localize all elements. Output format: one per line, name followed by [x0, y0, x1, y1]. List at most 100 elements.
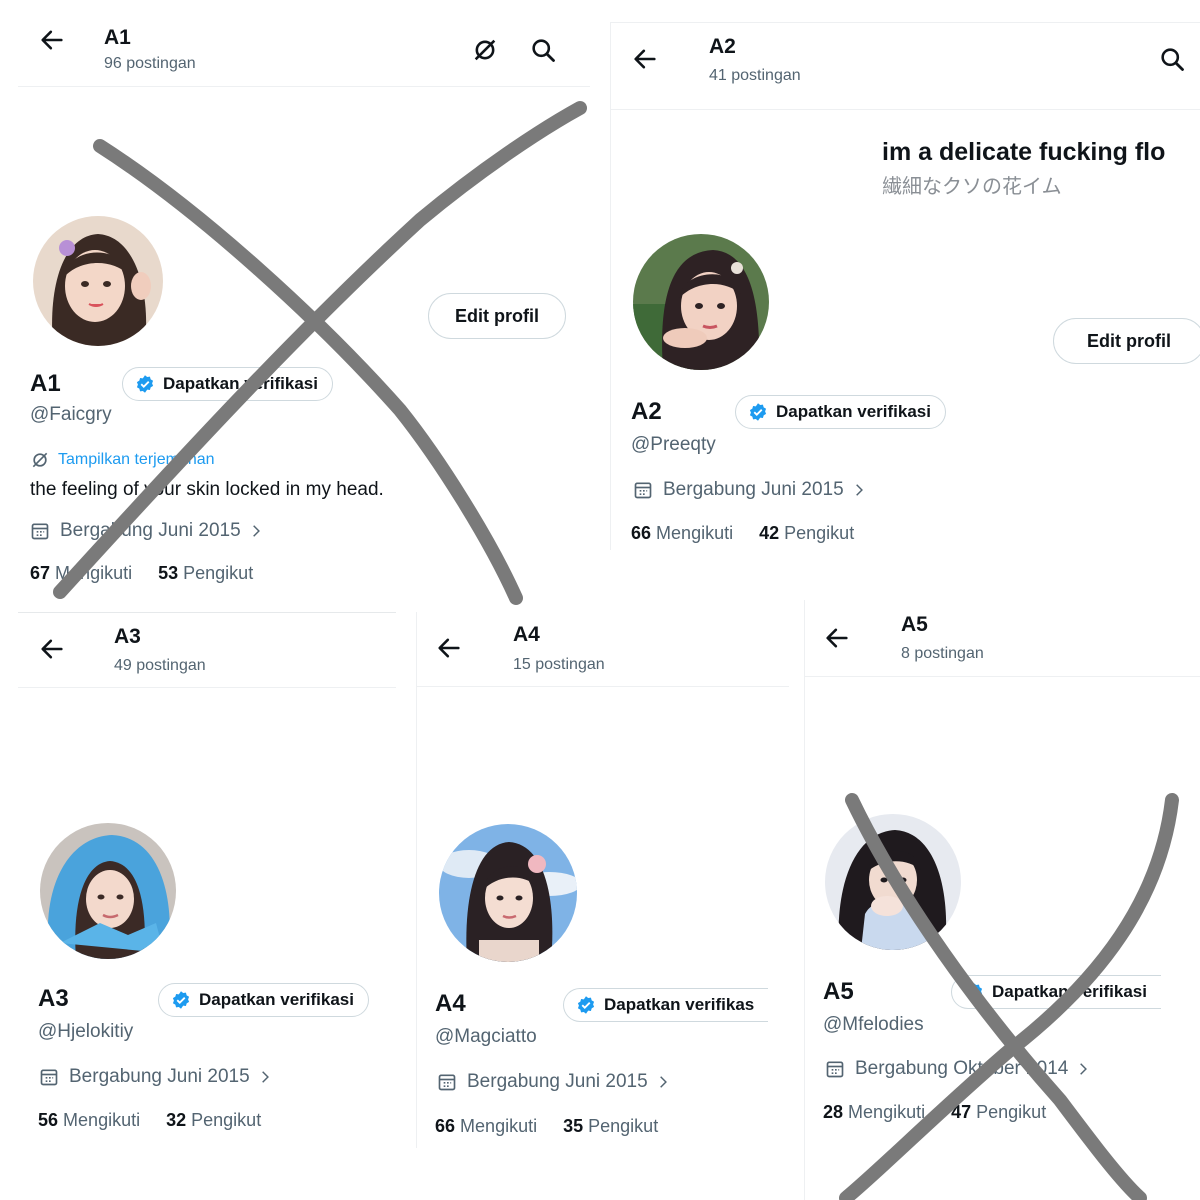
followers-link[interactable]: 32 Pengikut — [166, 1110, 261, 1130]
edit-profile-button[interactable]: Edit profil — [428, 293, 566, 339]
follow-stats: 66 Mengikuti 42 Pengikut — [631, 523, 854, 544]
calendar-icon — [40, 1069, 58, 1086]
join-date[interactable]: Bergabung Juni 2015 — [30, 520, 263, 542]
followers-label: Pengikut — [784, 523, 855, 543]
join-date-text: Bergabung Juni 2015 — [69, 1066, 250, 1087]
post-count: 8 postingan — [901, 645, 984, 662]
followers-link[interactable]: 35 Pengikut — [563, 1116, 658, 1136]
search-icon[interactable] — [529, 36, 557, 64]
following-count: 28 — [823, 1102, 844, 1122]
profile-panel-a5: A5 8 postingan A5 Dapatkan verifikasi @M… — [804, 600, 1200, 1200]
following-link[interactable]: 67 Mengikuti — [30, 563, 132, 583]
get-verified-button[interactable]: Dapatkan verifikas — [563, 988, 769, 1022]
avatar-photo — [439, 824, 577, 962]
username: @Faicgry — [30, 404, 112, 425]
followers-count: 42 — [759, 523, 780, 543]
profile-header: A4 15 postingan — [417, 612, 789, 687]
display-name: A4 — [435, 990, 466, 1017]
following-link[interactable]: 66 Mengikuti — [631, 523, 733, 543]
join-date[interactable]: Bergabung Oktober 2014 — [825, 1058, 1090, 1080]
following-link[interactable]: 66 Mengikuti — [435, 1116, 537, 1136]
back-arrow-icon[interactable] — [823, 624, 851, 652]
back-arrow-icon[interactable] — [38, 635, 66, 663]
username: @Magciatto — [435, 1026, 537, 1047]
join-date[interactable]: Bergabung Juni 2015 — [437, 1071, 670, 1093]
avatar-photo — [40, 823, 176, 959]
verified-badge-icon — [965, 983, 983, 1001]
followers-link[interactable]: 47 Pengikut — [951, 1102, 1046, 1122]
chevron-right-icon — [252, 525, 260, 537]
profile-panel-a2: A2 41 postingan im a delicate fucking fl… — [610, 22, 1200, 550]
avatar[interactable] — [29, 212, 167, 350]
follow-stats: 67 Mengikuti 53 Pengikut — [30, 563, 253, 584]
avatar[interactable] — [435, 820, 581, 966]
post-count: 96 postingan — [104, 55, 196, 72]
join-date-text: Bergabung Juni 2015 — [663, 479, 844, 500]
header-name: A2 — [709, 35, 736, 58]
profile-panel-a4: A4 15 postingan A4 Dapatkan verifikas @M… — [416, 612, 789, 1148]
header-name: A1 — [104, 26, 131, 49]
profile-header: A1 96 postingan — [18, 0, 590, 87]
followers-label: Pengikut — [183, 563, 254, 583]
profile-panel-a3: A3 49 postingan A3 Dapatkan verifikasi @… — [18, 612, 396, 1141]
bio: the feeling of your skin locked in my he… — [30, 479, 384, 500]
translate-icon[interactable] — [471, 36, 499, 64]
calendar-icon — [634, 482, 652, 499]
get-verified-button[interactable]: Dapatkan verifikasi — [951, 975, 1161, 1009]
follow-stats: 66 Mengikuti 35 Pengikut — [435, 1116, 658, 1137]
followers-link[interactable]: 53 Pengikut — [158, 563, 253, 583]
edit-profile-button[interactable]: Edit profil — [1053, 318, 1200, 364]
following-label: Mengikuti — [63, 1110, 141, 1130]
avatar[interactable] — [821, 810, 965, 954]
followers-link[interactable]: 42 Pengikut — [759, 523, 854, 543]
back-arrow-icon[interactable] — [435, 634, 463, 662]
search-icon[interactable] — [1158, 45, 1186, 73]
join-date[interactable]: Bergabung Juni 2015 — [633, 479, 866, 501]
banner-text: im a delicate fucking flo — [882, 138, 1166, 166]
display-name: A2 — [631, 398, 662, 425]
calendar-icon — [438, 1074, 456, 1091]
chevron-right-icon — [1080, 1063, 1088, 1075]
username: @Preeqty — [631, 434, 716, 455]
profile-panel-a1: A1 96 postingan Edit profil A1 Dapatkan … — [18, 0, 590, 605]
get-verified-button[interactable]: Dapatkan verifikasi — [735, 395, 946, 429]
post-count: 15 postingan — [513, 656, 605, 673]
follow-stats: 56 Mengikuti 32 Pengikut — [38, 1110, 261, 1131]
following-count: 66 — [631, 523, 652, 543]
profile-header: A2 41 postingan — [611, 22, 1200, 110]
following-count: 67 — [30, 563, 51, 583]
verified-badge-icon — [749, 403, 767, 421]
show-translation-link[interactable]: Tampilkan terjemahan — [30, 450, 215, 470]
get-verified-label: Dapatkan verifikasi — [163, 374, 318, 393]
header-name: A5 — [901, 613, 928, 636]
calendar-icon — [31, 523, 49, 540]
get-verified-button[interactable]: Dapatkan verifikasi — [122, 367, 333, 401]
header-name: A4 — [513, 623, 540, 646]
banner-subtext: 繊細なクソの花イム — [882, 176, 1062, 198]
followers-count: 53 — [158, 563, 179, 583]
chevron-right-icon — [261, 1071, 269, 1083]
post-count: 49 postingan — [114, 657, 206, 674]
avatar-photo — [33, 216, 163, 346]
chevron-right-icon — [659, 1076, 667, 1088]
translate-icon — [32, 452, 48, 468]
avatar[interactable] — [629, 230, 773, 374]
following-label: Mengikuti — [460, 1116, 538, 1136]
profile-header: A5 8 postingan — [805, 600, 1200, 677]
chevron-right-icon — [855, 484, 863, 496]
header-name: A3 — [114, 625, 141, 648]
get-verified-label: Dapatkan verifikas — [604, 995, 755, 1014]
get-verified-button[interactable]: Dapatkan verifikasi — [158, 983, 369, 1017]
get-verified-label: Dapatkan verifikasi — [199, 990, 354, 1009]
join-date[interactable]: Bergabung Juni 2015 — [39, 1066, 272, 1088]
avatar[interactable] — [36, 819, 180, 963]
following-link[interactable]: 28 Mengikuti — [823, 1102, 925, 1122]
calendar-icon — [826, 1061, 844, 1078]
join-date-text: Bergabung Juni 2015 — [467, 1071, 648, 1092]
following-link[interactable]: 56 Mengikuti — [38, 1110, 140, 1130]
post-count: 41 postingan — [709, 67, 801, 84]
avatar-photo — [825, 814, 961, 950]
display-name: A5 — [823, 978, 854, 1005]
back-arrow-icon[interactable] — [631, 45, 659, 73]
back-arrow-icon[interactable] — [38, 26, 66, 54]
